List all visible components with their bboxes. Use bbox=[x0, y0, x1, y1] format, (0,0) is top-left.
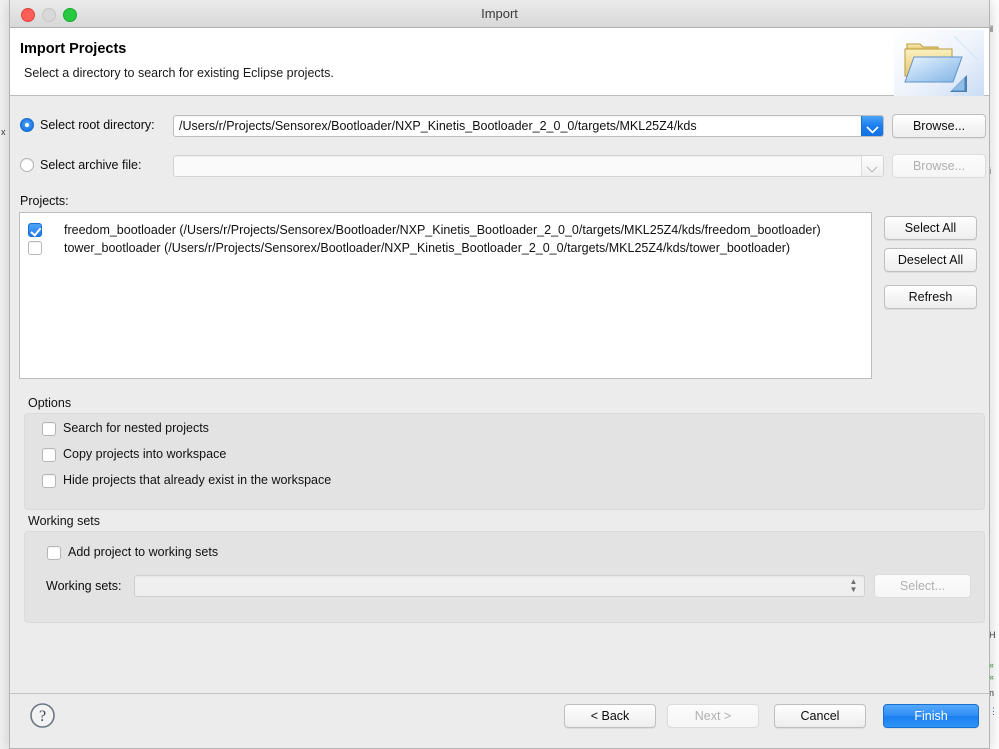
chevron-down-icon-archive[interactable] bbox=[861, 156, 883, 176]
next-button: Next > bbox=[667, 704, 759, 728]
label-select-archive-file: Select archive file: bbox=[40, 158, 142, 172]
help-question-icon[interactable]: ? bbox=[29, 702, 56, 729]
page-description: Select a directory to search for existin… bbox=[24, 66, 334, 80]
finish-button[interactable]: Finish bbox=[883, 704, 979, 728]
svg-text:?: ? bbox=[39, 708, 46, 725]
project-checkbox[interactable] bbox=[28, 241, 42, 255]
background-right-fragment-1: il bbox=[989, 24, 993, 34]
wizard-header: Import Projects Select a directory to se… bbox=[10, 28, 989, 96]
project-label: freedom_bootloader (/Users/r/Projects/Se… bbox=[64, 223, 821, 237]
background-right-fragment-3: H bbox=[989, 630, 996, 640]
radio-select-root-directory[interactable] bbox=[20, 118, 34, 132]
projects-label: Projects: bbox=[20, 194, 69, 208]
dialog-footer: ? < Back Next > Cancel Finish bbox=[10, 693, 989, 748]
working-sets-field-label: Working sets: bbox=[46, 579, 122, 593]
table-row[interactable]: tower_bootloader (/Users/r/Projects/Sens… bbox=[20, 239, 871, 257]
back-button[interactable]: < Back bbox=[564, 704, 656, 728]
stepper-icon[interactable]: ▲ ▼ bbox=[848, 578, 859, 594]
working-sets-group-label: Working sets bbox=[28, 514, 101, 528]
dialog-body: Select root directory: /Users/r/Projects… bbox=[10, 96, 989, 693]
browse-root-directory-button[interactable]: Browse... bbox=[892, 114, 986, 138]
option-checkbox[interactable] bbox=[42, 422, 56, 436]
import-dialog: Import Import Projects Select a director… bbox=[9, 0, 990, 749]
deselect-all-button[interactable]: Deselect All bbox=[884, 248, 977, 272]
option-checkbox[interactable] bbox=[42, 448, 56, 462]
option-label: Hide projects that already exist in the … bbox=[63, 473, 332, 487]
page-title: Import Projects bbox=[20, 41, 127, 57]
window-title: Import bbox=[481, 6, 518, 21]
option-label: Search for nested projects bbox=[63, 421, 209, 435]
root-directory-combo[interactable]: /Users/r/Projects/Sensorex/Bootloader/NX… bbox=[173, 115, 884, 137]
options-group-label: Options bbox=[28, 396, 72, 410]
cancel-button[interactable]: Cancel bbox=[774, 704, 866, 728]
browse-archive-file-button: Browse... bbox=[892, 154, 986, 178]
option-label: Copy projects into workspace bbox=[63, 447, 227, 461]
select-all-button[interactable]: Select All bbox=[884, 216, 977, 240]
project-label: tower_bootloader (/Users/r/Projects/Sens… bbox=[64, 241, 791, 255]
background-right-fragment-4: « bbox=[989, 660, 995, 670]
background-right-fragment-7: ⋮ bbox=[989, 706, 998, 716]
projects-list[interactable]: freedom_bootloader (/Users/r/Projects/Se… bbox=[19, 212, 872, 379]
option-checkbox[interactable] bbox=[42, 474, 56, 488]
working-sets-combo[interactable]: ▲ ▼ bbox=[134, 575, 865, 597]
chevron-down-icon[interactable] bbox=[861, 116, 883, 136]
background-right-fragment-6: n bbox=[989, 688, 995, 698]
root-directory-value: /Users/r/Projects/Sensorex/Bootloader/NX… bbox=[179, 119, 697, 133]
add-project-label: Add project to working sets bbox=[68, 545, 219, 559]
table-row[interactable]: freedom_bootloader (/Users/r/Projects/Se… bbox=[20, 221, 871, 239]
radio-select-archive-file[interactable] bbox=[20, 158, 34, 172]
window-titlebar: Import bbox=[10, 0, 989, 28]
project-checkbox[interactable] bbox=[28, 223, 42, 237]
label-select-root-directory: Select root directory: bbox=[40, 118, 155, 132]
import-folder-icon bbox=[894, 30, 984, 96]
working-sets-select-button: Select... bbox=[874, 574, 971, 598]
refresh-button[interactable]: Refresh bbox=[884, 285, 977, 309]
background-right-fragment-5: « bbox=[989, 672, 995, 682]
background-left-fragment: x bbox=[1, 128, 6, 137]
background-right-fragment-2: i bbox=[989, 166, 991, 176]
add-project-checkbox[interactable] bbox=[47, 546, 61, 560]
archive-file-combo[interactable] bbox=[173, 155, 884, 177]
